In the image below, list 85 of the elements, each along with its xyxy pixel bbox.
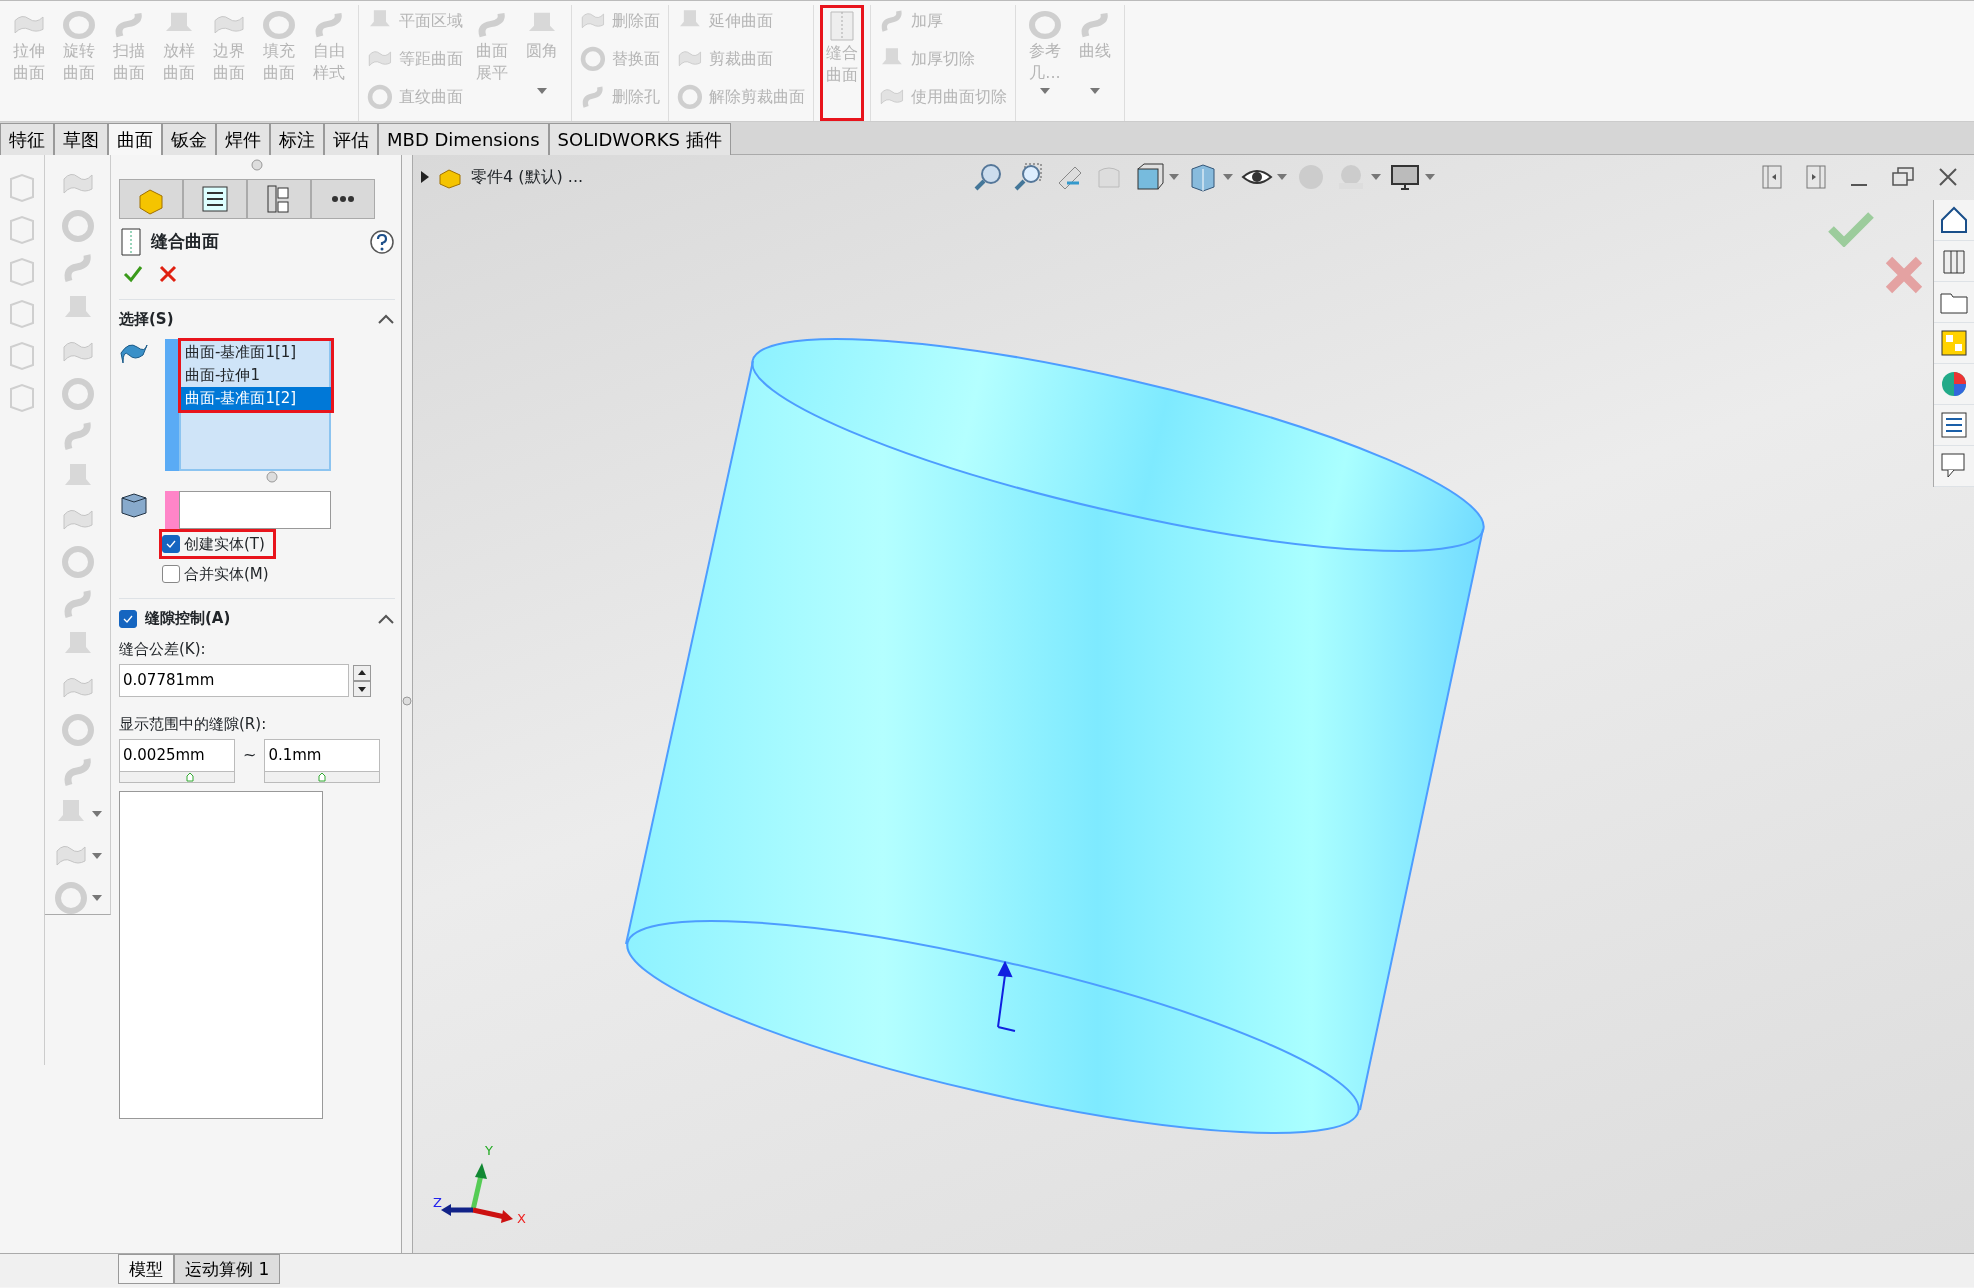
caret-icon[interactable]	[91, 811, 102, 817]
check-icon[interactable]	[123, 265, 143, 283]
surface-tool-icon	[60, 713, 95, 747]
section-heading: 缝隙控制(A)	[145, 608, 232, 630]
slider-thumb[interactable]	[318, 771, 327, 782]
box-icon	[119, 490, 149, 519]
body-selection-field[interactable]	[179, 490, 331, 529]
surface-icon	[580, 46, 606, 72]
surface-tool-icon	[60, 545, 95, 579]
restore-icon[interactable]	[1892, 167, 1914, 187]
selection-color-bar	[165, 490, 179, 529]
property-list-icon[interactable]	[1938, 409, 1970, 441]
range-field[interactable]: 0.1mm	[264, 739, 381, 772]
chevron-up-icon[interactable]	[377, 313, 395, 326]
expand-arrow-icon[interactable]	[421, 171, 429, 183]
axis-label: Z	[433, 1195, 442, 1210]
surface-icon	[580, 84, 606, 110]
checkbox-label: 合并实体(M)	[184, 564, 269, 585]
axis-label: X	[517, 1211, 526, 1226]
panel-title: 缝合曲面	[151, 230, 220, 254]
surface-icon	[677, 84, 703, 110]
close-icon[interactable]	[159, 265, 177, 283]
command-tab[interactable]: 草图	[54, 123, 108, 155]
spin-up-icon[interactable]	[353, 664, 371, 681]
section-heading: 选择(S)	[119, 309, 175, 330]
slider-track[interactable]	[119, 771, 235, 783]
axis-triad-drawing	[441, 1163, 513, 1223]
list-item[interactable]: 曲面-基准面1[2]	[181, 386, 331, 410]
bottom-tab[interactable]: 模型	[118, 1254, 174, 1284]
caret-icon[interactable]	[1277, 174, 1287, 180]
caret-icon[interactable]	[1223, 174, 1233, 180]
caret-icon[interactable]	[91, 853, 102, 859]
spin-down-icon[interactable]	[353, 680, 371, 697]
surface-icon	[367, 84, 393, 110]
checkbox[interactable]	[119, 609, 137, 628]
surface-icon	[1028, 10, 1062, 40]
checkbox-label: 创建实体(T)	[184, 533, 265, 555]
surface-tool-icon	[60, 377, 95, 411]
checkbox[interactable]	[162, 534, 180, 553]
selection-list[interactable]: 曲面-基准面1[1] 曲面-拉伸1 曲面-基准面1[2]	[179, 338, 331, 471]
range-field[interactable]: 0.0025mm	[119, 739, 235, 772]
command-tab[interactable]: 特征	[0, 123, 54, 155]
command-tab[interactable]: 曲面	[108, 123, 162, 155]
home-icon[interactable]	[1938, 204, 1970, 236]
help-icon[interactable]	[369, 229, 395, 255]
caret-icon[interactable]	[1169, 174, 1179, 180]
bottom-tab[interactable]: 运动算例 1	[174, 1254, 281, 1284]
caret-icon[interactable]	[91, 895, 102, 901]
command-tab[interactable]: 钣金	[162, 123, 216, 155]
zipper-icon	[119, 227, 143, 257]
slider-track[interactable]	[264, 771, 381, 783]
close-icon[interactable]	[1938, 167, 1958, 187]
surface-tool-icon	[60, 209, 95, 243]
range-separator: ~	[243, 744, 257, 767]
checkmark-icon	[166, 539, 176, 548]
field-label: 缝合公差(K):	[119, 638, 207, 660]
axis-label: Y	[485, 1143, 493, 1158]
checkbox[interactable]	[162, 565, 180, 584]
list-item[interactable]: 曲面-基准面1[1]	[181, 340, 331, 364]
command-tab[interactable]: MBD Dimensions	[378, 123, 549, 155]
surface-icon	[62, 10, 96, 40]
zipper-icon	[827, 10, 857, 42]
command-tab[interactable]: 评估	[324, 123, 378, 155]
checkmark-icon	[123, 614, 133, 623]
tree-item[interactable]: 零件4 (默认) ...	[471, 165, 584, 189]
check-icon[interactable]	[1828, 211, 1874, 247]
slider-thumb[interactable]	[185, 771, 194, 782]
command-tab[interactable]: SOLIDWORKS 插件	[548, 123, 731, 155]
caret-icon[interactable]	[1371, 174, 1381, 180]
field-label: 显示范围中的缝隙(R):	[119, 713, 268, 735]
tolerance-field[interactable]: 0.07781mm	[119, 664, 349, 697]
list-item[interactable]: 曲面-拉伸1	[181, 363, 331, 387]
handle-icon[interactable]	[251, 159, 263, 171]
caret-icon[interactable]	[1425, 174, 1435, 180]
pane-right-icon[interactable]	[1806, 165, 1826, 189]
handle-icon[interactable]	[266, 470, 278, 483]
palette-grid-icon[interactable]	[1938, 327, 1970, 359]
chevron-up-icon[interactable]	[377, 612, 395, 625]
pane-left-icon[interactable]	[1762, 165, 1782, 189]
handle-icon[interactable]	[402, 695, 412, 707]
zoom-area-icon[interactable]	[1013, 161, 1045, 193]
command-tab[interactable]: 焊件	[216, 123, 270, 155]
surface-icon	[262, 10, 296, 40]
surface-icon	[879, 8, 905, 34]
command-tab[interactable]: 标注	[270, 123, 324, 155]
